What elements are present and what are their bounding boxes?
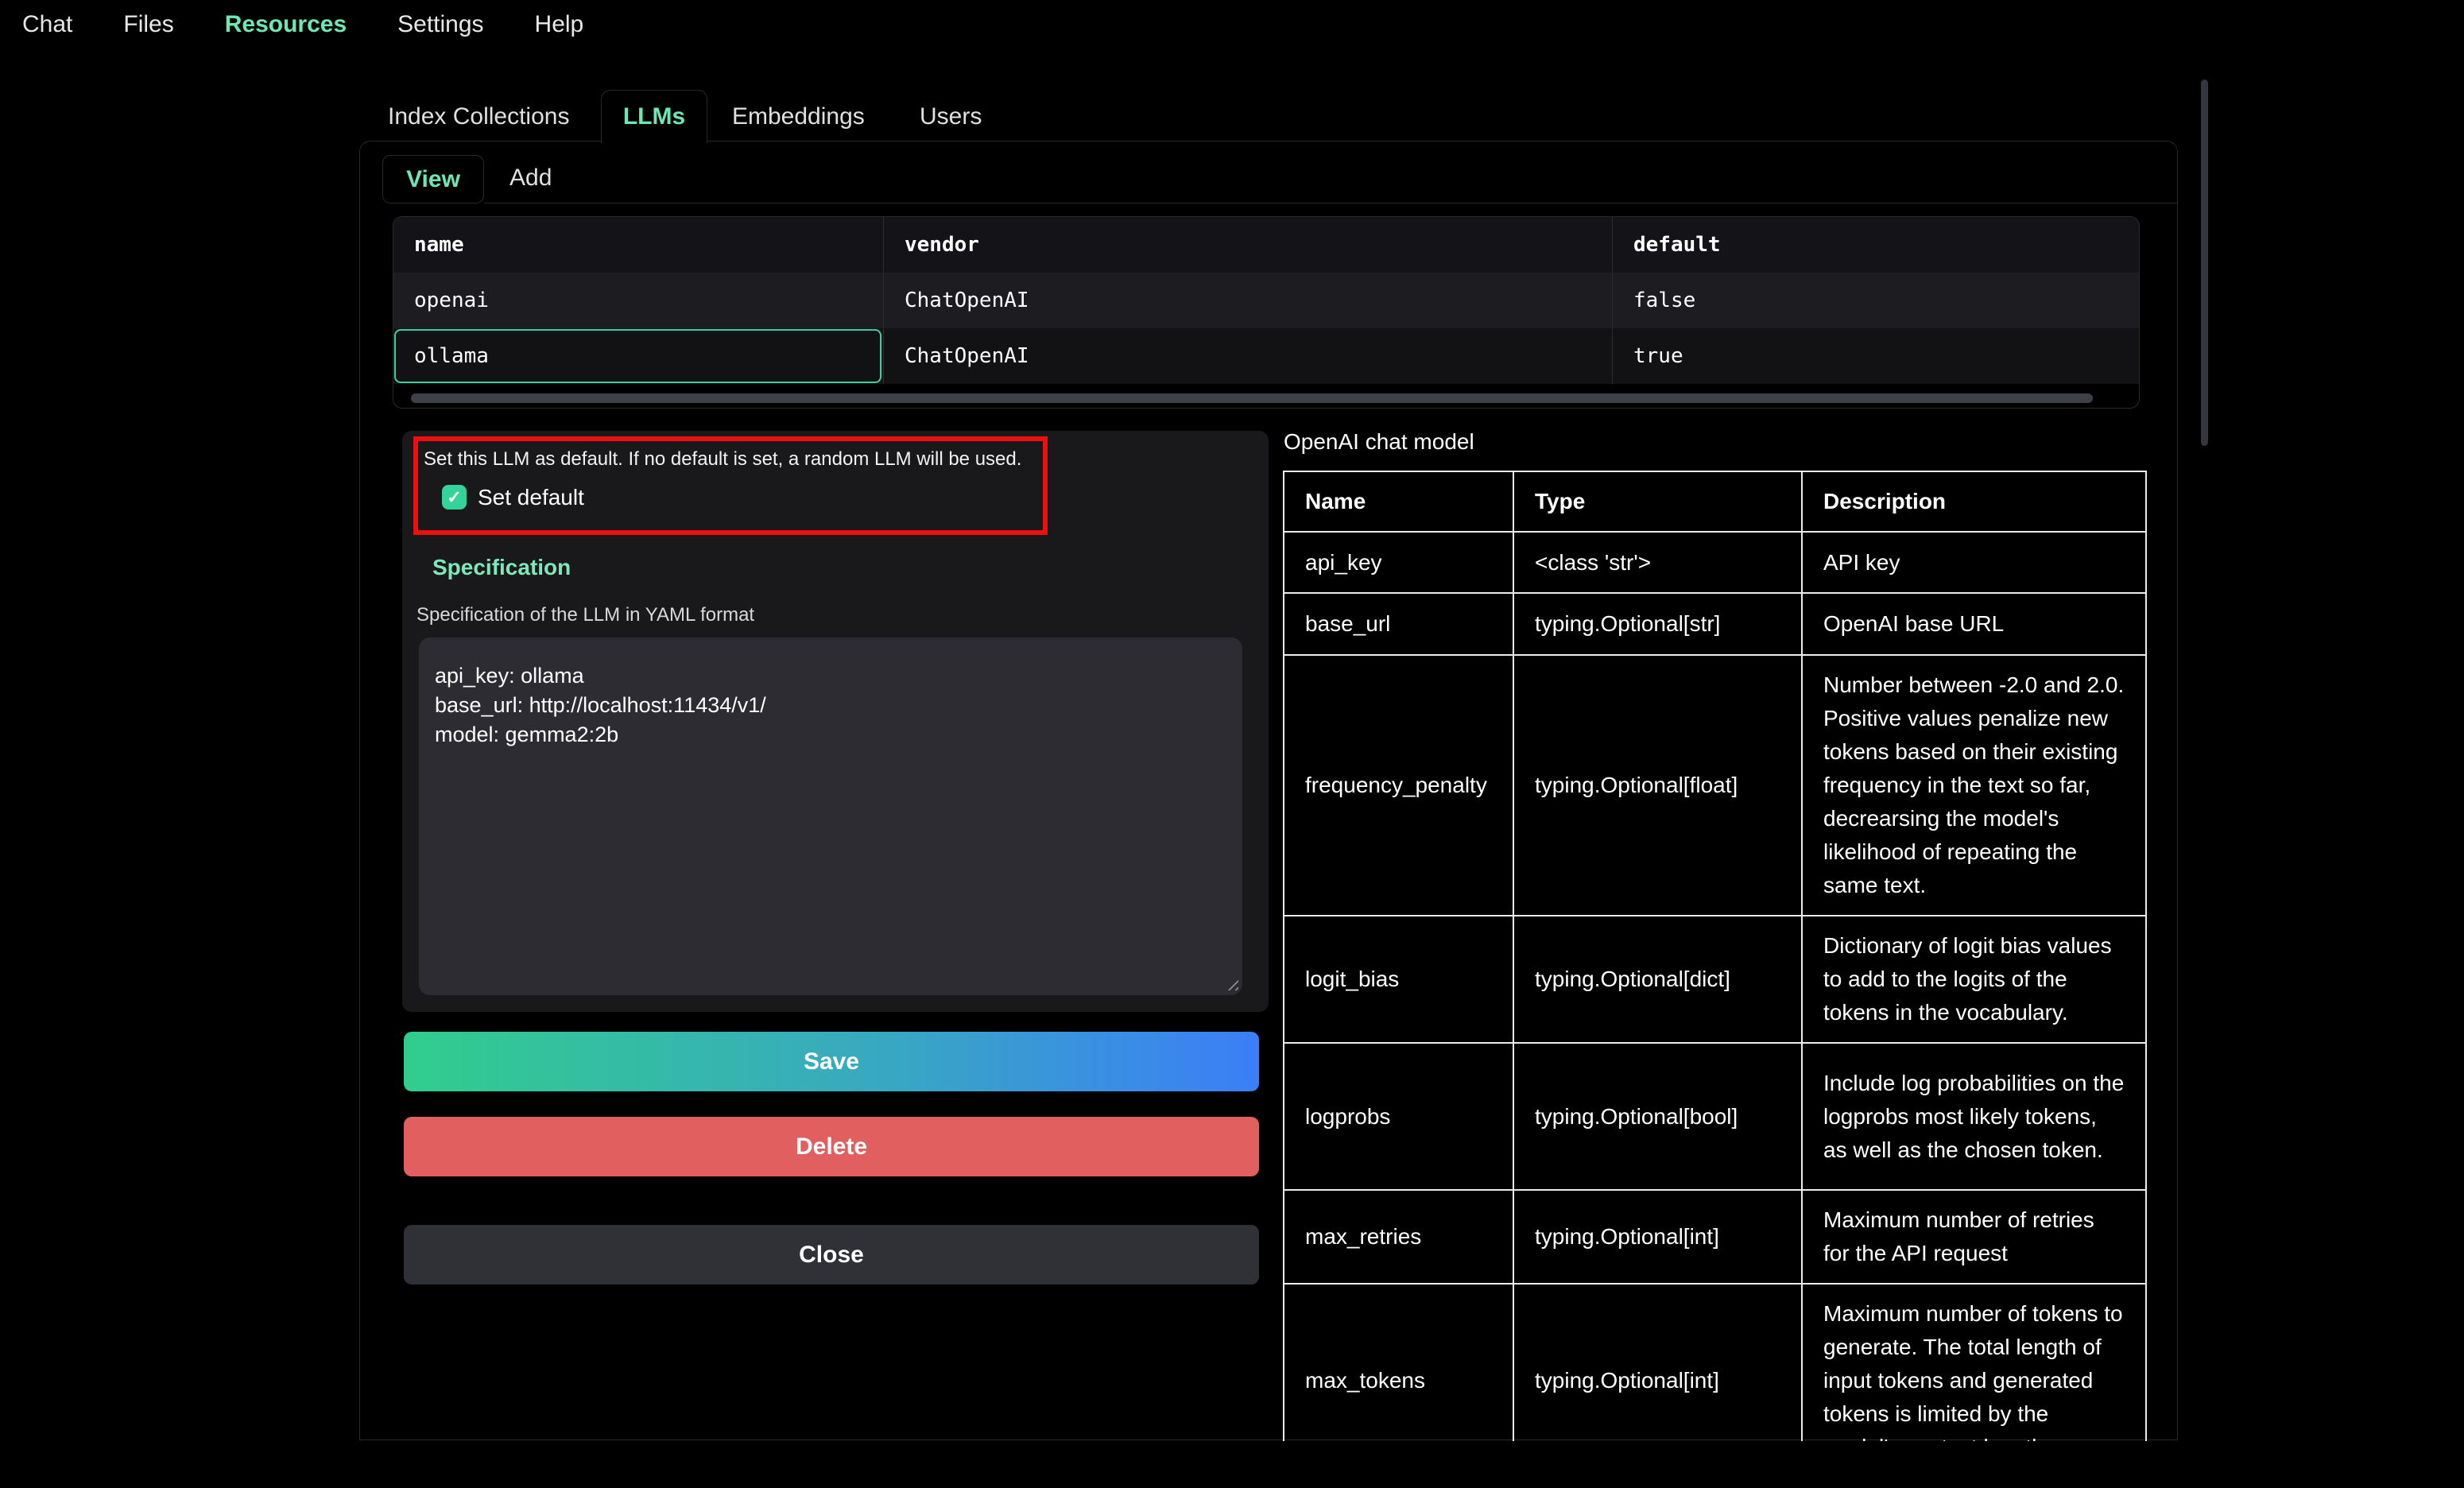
param-description: Number between -2.0 and 2.0. Positive va… — [1802, 655, 2146, 916]
llm-col-header-default: default — [1612, 217, 2140, 273]
llm-row-openai-name[interactable]: openai — [393, 273, 883, 328]
model-info-table: Name Type Description api_key<class 'str… — [1283, 471, 2147, 1441]
llm-row-ollama-vendor[interactable]: ChatOpenAI — [883, 328, 1612, 384]
param-row: logprobstyping.Optional[bool]Include log… — [1284, 1043, 2146, 1190]
param-name: base_url — [1284, 593, 1513, 655]
close-button[interactable]: Close — [404, 1225, 1259, 1285]
tab-index-collections[interactable]: Index Collections — [388, 102, 569, 132]
nav-item-resources[interactable]: Resources — [225, 11, 347, 38]
param-name: max_tokens — [1284, 1284, 1513, 1441]
tab-embeddings[interactable]: Embeddings — [732, 102, 865, 132]
nav-item-files[interactable]: Files — [123, 11, 173, 38]
set-default-label: Set default — [478, 485, 584, 510]
param-name: api_key — [1284, 532, 1513, 593]
specification-heading: Specification — [432, 555, 571, 580]
param-description: Dictionary of logit bias values to add t… — [1802, 916, 2146, 1043]
param-row: base_urltyping.Optional[str]OpenAI base … — [1284, 593, 2146, 655]
param-name: logit_bias — [1284, 916, 1513, 1043]
app-screen: Chat Files Resources Settings Help Index… — [0, 0, 2464, 1488]
model-info-table-wrapper: Name Type Description api_key<class 'str… — [1283, 471, 2151, 1441]
param-description: Maximum number of tokens to generate. Th… — [1802, 1284, 2146, 1441]
param-name: max_retries — [1284, 1190, 1513, 1284]
tab-users[interactable]: Users — [920, 102, 982, 132]
llm-list-table: name vendor default openai ChatOpenAI fa… — [393, 216, 2140, 409]
param-row: api_key<class 'str'>API key — [1284, 532, 2146, 593]
llm-row-openai-default[interactable]: false — [1612, 273, 2140, 328]
model-info-title: OpenAI chat model — [1284, 429, 1474, 455]
default-note-text: Set this LLM as default. If no default i… — [424, 448, 1044, 471]
subtab-view-label: View — [406, 166, 460, 193]
llm-list-grid: name vendor default openai ChatOpenAI fa… — [393, 217, 2139, 384]
top-navigation: Chat Files Resources Settings Help — [0, 0, 2464, 49]
param-row: frequency_penaltytyping.Optional[float]N… — [1284, 655, 2146, 916]
llm-col-header-name: name — [393, 217, 883, 273]
llm-row-ollama-default[interactable]: true — [1612, 328, 2140, 384]
param-type: typing.Optional[int] — [1513, 1284, 1802, 1441]
nav-item-settings[interactable]: Settings — [397, 11, 483, 38]
subtab-view[interactable]: View — [382, 155, 484, 203]
delete-button[interactable]: Delete — [404, 1117, 1259, 1176]
param-row: max_retriestyping.Optional[int]Maximum n… — [1284, 1190, 2146, 1284]
param-type: <class 'str'> — [1513, 532, 1802, 593]
save-button[interactable]: Save — [404, 1032, 1259, 1091]
page-vertical-scrollbar-thumb[interactable] — [2201, 79, 2208, 446]
param-description: OpenAI base URL — [1802, 593, 2146, 655]
yaml-specification-input[interactable]: api_key: ollama base_url: http://localho… — [419, 637, 1242, 995]
param-type: typing.Optional[float] — [1513, 655, 1802, 916]
llm-row-ollama-name[interactable]: ollama — [393, 328, 883, 384]
subtab-add[interactable]: Add — [509, 165, 552, 192]
param-description: Maximum number of retries for the API re… — [1802, 1190, 2146, 1284]
param-name: logprobs — [1284, 1043, 1513, 1190]
param-type: typing.Optional[dict] — [1513, 916, 1802, 1043]
set-default-checkbox[interactable] — [442, 485, 467, 510]
param-row: max_tokenstyping.Optional[int]Maximum nu… — [1284, 1284, 2146, 1441]
llm-col-header-vendor: vendor — [883, 217, 1612, 273]
nav-item-chat[interactable]: Chat — [22, 11, 72, 38]
param-row: logit_biastyping.Optional[dict]Dictionar… — [1284, 916, 2146, 1043]
tab-llms-label: LLMs — [623, 103, 685, 130]
param-name: frequency_penalty — [1284, 655, 1513, 916]
param-header-description: Description — [1802, 471, 2146, 532]
param-header-name: Name — [1284, 471, 1513, 532]
param-description: API key — [1802, 532, 2146, 593]
llm-row-ollama-name-text: ollama — [414, 344, 489, 368]
tab-llms[interactable]: LLMs — [601, 90, 707, 143]
param-header-row: Name Type Description — [1284, 471, 2146, 532]
specification-caption: Specification of the LLM in YAML format — [416, 604, 754, 626]
llm-row-openai-vendor[interactable]: ChatOpenAI — [883, 273, 1612, 328]
param-type: typing.Optional[bool] — [1513, 1043, 1802, 1190]
param-header-type: Type — [1513, 471, 1802, 532]
table-horizontal-scrollbar-thumb[interactable] — [411, 393, 2093, 403]
param-type: typing.Optional[str] — [1513, 593, 1802, 655]
nav-item-help[interactable]: Help — [535, 11, 584, 38]
param-type: typing.Optional[int] — [1513, 1190, 1802, 1284]
param-description: Include log probabilities on the logprob… — [1802, 1043, 2146, 1190]
